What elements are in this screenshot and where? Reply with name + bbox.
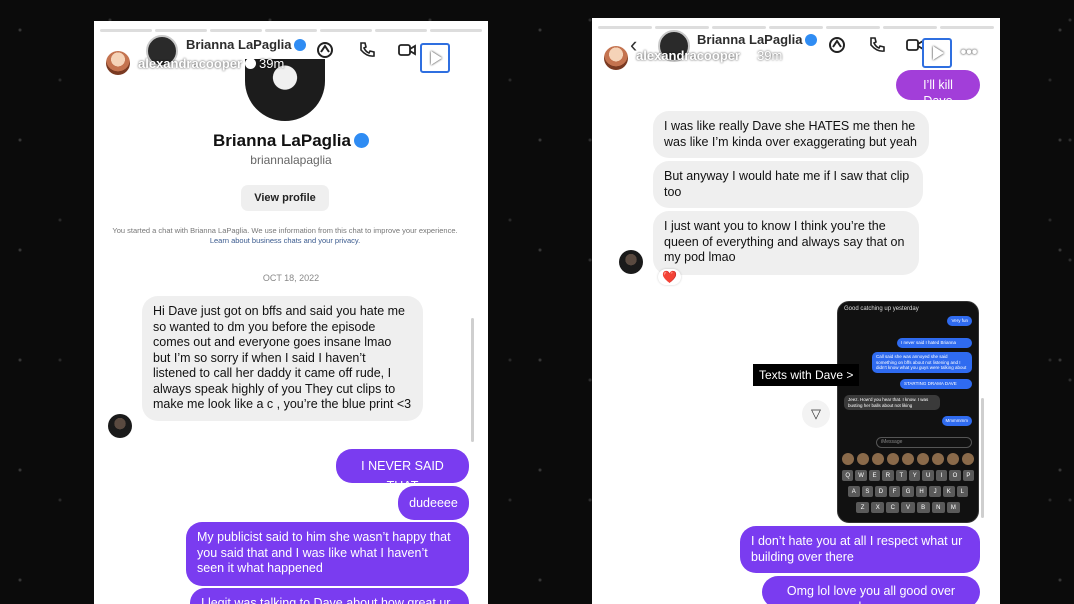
shared-screenshot[interactable]: Good catching up yesterday Very fun I ne…	[837, 301, 979, 523]
date-separator: OCT 18, 2022	[262, 273, 320, 283]
story-avatar[interactable]	[104, 49, 132, 77]
keyboard-key: P	[962, 470, 975, 481]
keyboard-row-2: ASDFGHJKL	[848, 486, 969, 497]
play-icon[interactable]	[922, 38, 952, 68]
story-header: Brianna LaPaglia alexandracooper 39m	[94, 35, 488, 85]
story-progress-bars	[100, 29, 482, 32]
chat-disclaimer: You started a chat with Brianna LaPaglia…	[112, 226, 458, 245]
keyboard-key: Q	[842, 470, 854, 481]
keyboard-key: M	[946, 502, 960, 513]
screenshot-bubble: Jeez. How’d you hear that. I know. I was…	[844, 395, 940, 410]
message-bubble[interactable]: I don’t hate you at all I respect what u…	[740, 526, 980, 573]
story-avatar[interactable]	[602, 44, 630, 72]
keyboard-key: K	[942, 486, 955, 497]
left-story-panel: Brianna LaPaglia alexandracooper 39m Bria…	[94, 21, 488, 604]
screenshot-bubble: Mmmmmm	[941, 416, 972, 426]
story-username[interactable]: alexandracooper 39m	[636, 48, 782, 63]
profile-handle: briannalapaglia	[250, 153, 332, 167]
profile-name: Brianna LaPaglia	[94, 131, 488, 151]
message-bubble[interactable]: Omg lol love you all good over here	[762, 576, 980, 604]
message-bubble[interactable]: I legit was talking to Dave about how gr…	[190, 588, 469, 604]
keyboard-key: H	[915, 486, 928, 497]
chat-name: Brianna LaPaglia	[186, 37, 307, 52]
message-bubble[interactable]: But anyway I would hate me if I saw that…	[653, 161, 923, 208]
message-bubble[interactable]: Hi Dave just got on bffs and said you ha…	[142, 296, 423, 421]
story-header: ‹ Brianna LaPaglia alexandracooper 39m ••…	[592, 30, 1000, 80]
sender-avatar	[619, 250, 643, 274]
screenshot-header: Good catching up yesterday	[844, 306, 919, 312]
phone-icon[interactable]	[866, 34, 888, 56]
story-username[interactable]: alexandracooper 39m	[138, 56, 284, 71]
keyboard-key: B	[916, 502, 930, 513]
keyboard-key: G	[902, 486, 914, 497]
keyboard-key: A	[848, 486, 860, 497]
keyboard-key: D	[875, 486, 887, 497]
keyboard-key: C	[886, 502, 900, 513]
screenshot-bubble: STARTING DRAMA DAVE	[900, 379, 972, 389]
verified-icon	[805, 34, 818, 46]
keyboard-key: X	[871, 502, 885, 513]
keyboard-key: N	[931, 502, 945, 513]
keyboard-key: R	[882, 470, 894, 481]
screenshot-bubble: Very fun	[947, 316, 972, 326]
verified-icon	[353, 133, 369, 148]
screenshot-bubble: Call said she was annoyed she said somet…	[872, 352, 972, 373]
keyboard-key: T	[895, 470, 908, 481]
message-bubble[interactable]: I was like really Dave she HATES me then…	[653, 111, 929, 158]
audio-call-icon[interactable]	[826, 34, 848, 56]
keyboard-row-1: QWERTYUIOP	[842, 470, 975, 481]
keyboard-key: O	[949, 470, 961, 481]
view-profile-button[interactable]: View profile	[241, 185, 329, 211]
keyboard-key: F	[888, 486, 901, 497]
message-bubble[interactable]: I just want you to know I think you’re t…	[653, 211, 919, 275]
phone-icon[interactable]	[356, 39, 378, 61]
scrollbar[interactable]	[471, 318, 474, 442]
scrollbar[interactable]	[981, 398, 984, 518]
video-icon[interactable]	[396, 39, 418, 61]
keyboard-key: L	[956, 486, 969, 497]
keyboard-key: J	[929, 486, 941, 497]
story-progress-bars	[598, 26, 994, 29]
emoji-row	[842, 453, 974, 465]
privacy-link[interactable]: Learn about business chats and your priv…	[210, 236, 360, 245]
verified-icon	[743, 50, 755, 61]
play-icon[interactable]	[420, 43, 450, 73]
share-icon[interactable]: ▽	[802, 400, 830, 428]
keyboard-key: U	[922, 470, 934, 481]
sender-avatar	[108, 414, 132, 438]
keyboard-key: E	[868, 470, 881, 481]
screenshot-input: iMessage	[876, 437, 972, 448]
more-icon[interactable]: •••	[958, 42, 980, 64]
keyboard-key: Z	[856, 502, 870, 513]
keyboard-row-3: ZXCVBNM	[856, 502, 960, 513]
message-bubble[interactable]: My publicist said to him she wasn’t happ…	[186, 522, 469, 586]
heart-reaction-icon[interactable]: ❤️	[658, 269, 681, 285]
message-bubble[interactable]: dudeeee	[398, 486, 469, 520]
keyboard-key: I	[935, 470, 948, 481]
screenshot-bubble: I never said I hated Brianna	[897, 338, 972, 348]
keyboard-key: W	[855, 470, 867, 481]
keyboard-key: V	[901, 502, 915, 513]
message-bubble[interactable]: I NEVER SAID THAT	[336, 449, 469, 493]
verified-icon	[245, 58, 257, 69]
keyboard-key: S	[861, 486, 874, 497]
right-story-panel: ‹ Brianna LaPaglia alexandracooper 39m ••…	[592, 18, 1000, 604]
texts-with-dave-tag[interactable]: Texts with Dave >	[753, 364, 860, 386]
chat-name: Brianna LaPaglia	[697, 32, 818, 47]
keyboard-key: Y	[909, 470, 921, 481]
verified-icon	[294, 39, 307, 51]
audio-call-icon[interactable]	[314, 39, 336, 61]
